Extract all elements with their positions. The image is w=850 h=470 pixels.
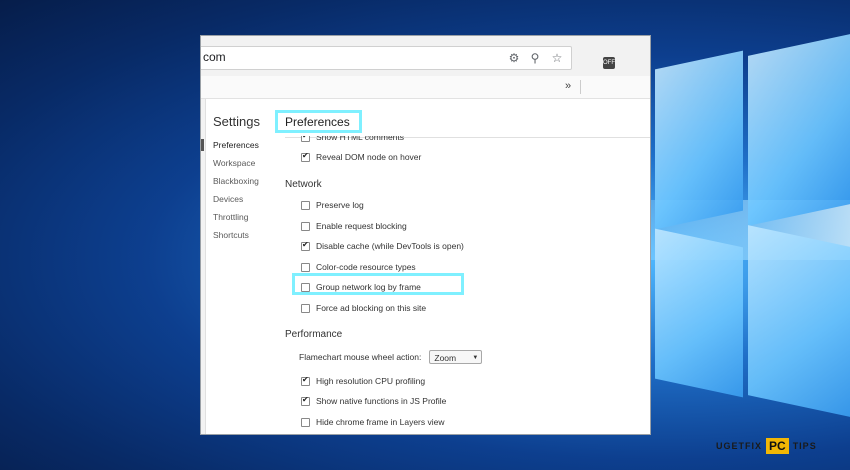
checkbox-label: Hide chrome frame in Layers view <box>316 417 445 427</box>
nav-label: Preferences <box>213 140 259 150</box>
checkbox-row[interactable]: Color-code resource types <box>301 261 416 273</box>
checkbox-label: Preserve log <box>316 200 364 210</box>
nav-throttling[interactable]: Throttling <box>213 209 259 227</box>
nav-blackboxing[interactable]: Blackboxing <box>213 173 259 191</box>
windows-logo-pane <box>748 225 850 417</box>
checkbox-label: Enable request blocking <box>316 221 407 231</box>
checkbox[interactable] <box>301 303 310 313</box>
flamechart-label: Flamechart mouse wheel action: <box>299 352 422 362</box>
checkbox-label: Show HTML comments <box>316 132 405 142</box>
watermark-left: UGETFIX <box>716 441 763 451</box>
checkbox[interactable] <box>301 200 310 210</box>
settings-nav: Preferences Workspace Blackboxing Device… <box>201 137 259 245</box>
bookmark-bar: » <box>201 76 650 99</box>
extension-icon[interactable]: OFF <box>603 57 615 69</box>
checkbox-row[interactable]: Hide chrome frame in Layers view <box>301 416 445 428</box>
star-icon[interactable]: ☆ <box>550 51 564 65</box>
divider <box>580 80 581 94</box>
checkbox[interactable] <box>301 262 310 272</box>
network-section-title: Network <box>285 179 322 190</box>
nav-workspace[interactable]: Workspace <box>213 155 259 173</box>
nav-preferences[interactable]: Preferences <box>201 137 259 155</box>
checkbox-label: High resolution CPU profiling <box>316 376 426 386</box>
settings-title: Settings <box>213 114 260 129</box>
checkbox-row[interactable]: Reveal DOM node on hover <box>301 151 421 163</box>
checkbox-label: Reveal DOM node on hover <box>316 152 422 162</box>
windows-logo-pane <box>655 228 743 398</box>
chevron-down-icon: ▼ <box>472 355 479 361</box>
url-text: com <box>203 50 226 64</box>
watermark-box: PC <box>766 438 789 454</box>
checkbox-label: Color-code resource types <box>316 262 416 272</box>
selection-indicator <box>201 139 204 151</box>
windows-logo-pane <box>655 50 743 230</box>
browser-window: com ⚙ ⚲ ☆ OFF » Settings Preferences Wor… <box>201 36 650 434</box>
nav-shortcuts[interactable]: Shortcuts <box>213 227 259 245</box>
flamechart-row: Flamechart mouse wheel action: Zoom ▼ <box>299 350 483 364</box>
checkbox-row[interactable]: Enable request blocking <box>301 220 407 232</box>
translate-icon[interactable]: ⚙ <box>507 51 521 65</box>
checkbox[interactable] <box>301 240 310 251</box>
disable-cache-row[interactable]: Disable cache (while DevTools is open) <box>301 240 464 252</box>
disable-cache-highlight-box <box>292 273 464 295</box>
checkbox-row[interactable]: Show native functions in JS Profile <box>301 395 446 407</box>
checkbox[interactable] <box>301 375 310 386</box>
zoom-icon[interactable]: ⚲ <box>528 51 542 65</box>
checkbox[interactable] <box>301 151 310 162</box>
flamechart-select[interactable]: Zoom ▼ <box>429 350 483 364</box>
checkbox-label: Force ad blocking on this site <box>316 303 427 313</box>
checkbox[interactable] <box>301 136 310 142</box>
checkbox[interactable] <box>301 221 310 231</box>
select-value: Zoom <box>434 353 457 363</box>
checkbox[interactable] <box>301 417 310 427</box>
checkbox-label: Disable cache (while DevTools is open) <box>316 241 464 251</box>
checkbox-row[interactable]: Preserve log <box>301 199 364 211</box>
checkbox-row[interactable]: Force ad blocking on this site <box>301 302 426 314</box>
checkbox-row[interactable]: High resolution CPU profiling <box>301 375 425 387</box>
toolbar: com ⚙ ⚲ ☆ OFF <box>201 36 650 77</box>
performance-section-title: Performance <box>285 329 343 340</box>
devtools-settings: Settings Preferences Workspace Blackboxi… <box>201 99 650 434</box>
windows-logo-pane <box>748 34 850 226</box>
bookmarks-overflow-button[interactable]: » <box>565 80 571 92</box>
checkbox-label: Show native functions in JS Profile <box>316 396 447 406</box>
nav-devices[interactable]: Devices <box>213 191 259 209</box>
watermark-right: TIPS <box>792 441 817 451</box>
title-highlight-box <box>275 110 362 133</box>
extension-label: OFF <box>603 60 615 66</box>
address-bar[interactable]: com ⚙ ⚲ ☆ <box>201 46 572 70</box>
watermark-logo: UGETFIX PC TIPS <box>716 438 817 454</box>
checkbox[interactable] <box>301 395 310 406</box>
